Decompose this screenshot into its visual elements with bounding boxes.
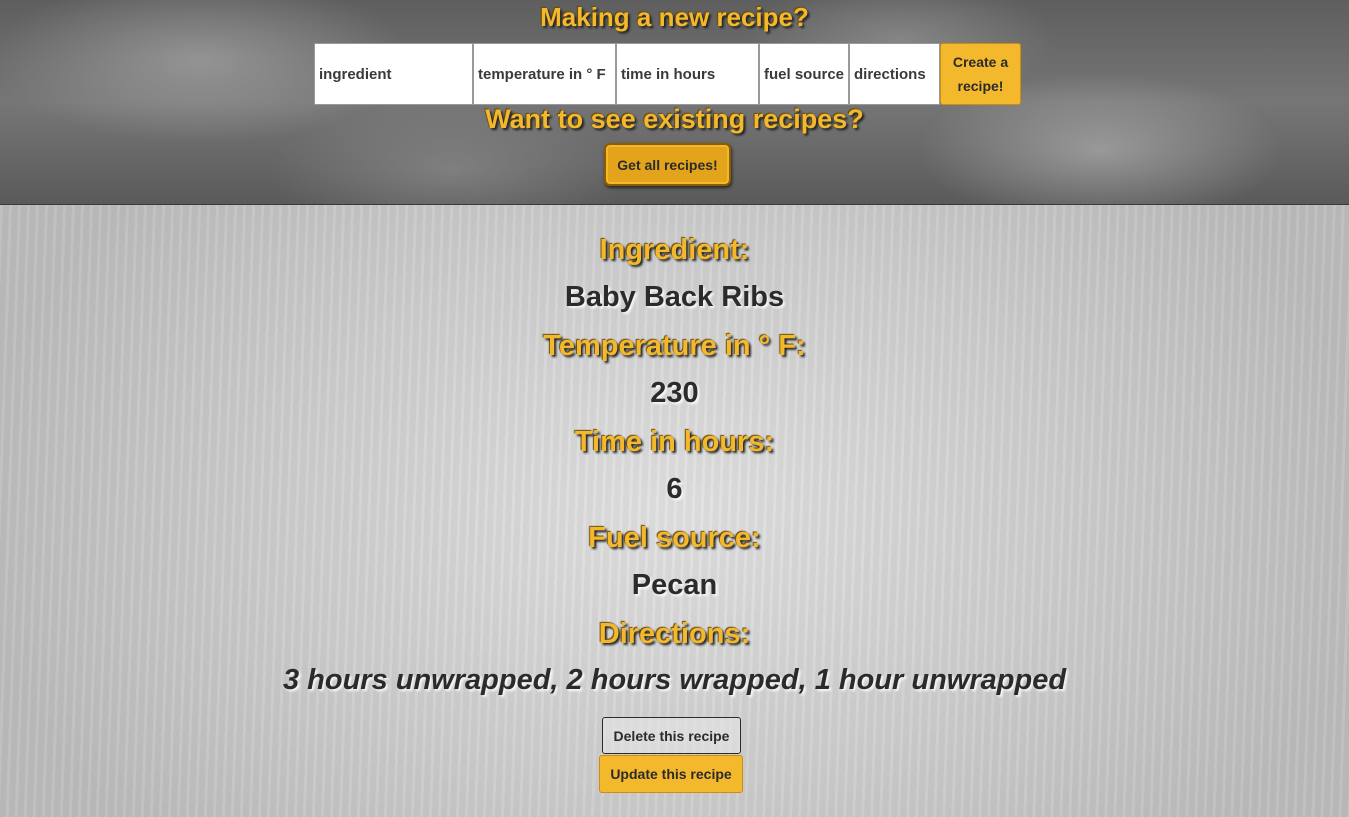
- fuel-source-value: Pecan: [631, 569, 718, 601]
- ingredient-value: Baby Back Ribs: [564, 281, 785, 313]
- directions-label: Directions:: [598, 618, 751, 650]
- fuel-source-input[interactable]: [759, 43, 849, 105]
- delete-recipe-button[interactable]: Delete this recipe: [602, 717, 741, 754]
- create-recipe-heading: Making a new recipe?: [540, 2, 809, 32]
- time-input[interactable]: [616, 43, 759, 105]
- temperature-label: Temperature in ° F:: [543, 330, 806, 362]
- header-banner: Making a new recipe? Create a recipe! Wa…: [0, 0, 1349, 205]
- temperature-value: 230: [650, 377, 699, 409]
- update-recipe-button[interactable]: Update this recipe: [599, 755, 743, 793]
- temperature-input[interactable]: [473, 43, 616, 105]
- ingredient-label: Ingredient:: [599, 234, 750, 266]
- directions-input[interactable]: [849, 43, 940, 105]
- directions-value: 3 hours unwrapped, 2 hours wrapped, 1 ho…: [282, 664, 1067, 696]
- get-all-recipes-button[interactable]: Get all recipes!: [604, 143, 731, 186]
- time-label: Time in hours:: [574, 426, 775, 458]
- create-recipe-form: Create a recipe!: [314, 43, 1021, 105]
- existing-recipes-heading: Want to see existing recipes?: [485, 104, 864, 134]
- time-value: 6: [666, 473, 683, 505]
- create-recipe-button[interactable]: Create a recipe!: [940, 43, 1021, 105]
- ingredient-input[interactable]: [314, 43, 473, 105]
- fuel-source-label: Fuel source:: [588, 522, 761, 554]
